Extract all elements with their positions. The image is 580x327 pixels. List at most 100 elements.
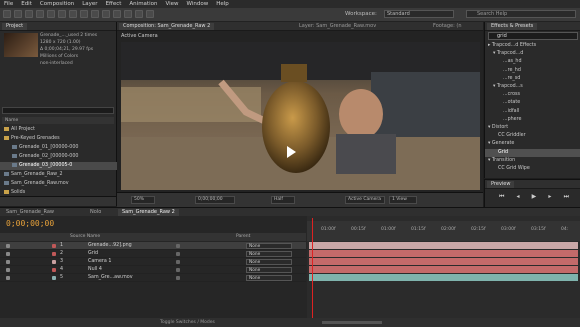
effect-item[interactable]: ▾ Generate (485, 140, 580, 148)
current-time-display[interactable]: 0;00;00;00 (195, 196, 235, 204)
pen-tool-icon[interactable] (80, 10, 88, 18)
tab-composition[interactable]: Composition: Sam_Grenade_Raw 2 (119, 23, 215, 30)
resolution-select[interactable]: Half (271, 196, 295, 204)
parent-select[interactable]: None (246, 243, 292, 249)
last-frame-icon[interactable]: ⏭ (564, 193, 569, 201)
parent-select[interactable]: None (246, 251, 292, 257)
visibility-eye-icon[interactable] (6, 260, 10, 264)
tab-timeline-nolo[interactable]: Nolo (86, 209, 105, 216)
tab-layer[interactable]: Layer: Sam_Grenade_Raw.mov (295, 23, 381, 30)
label-color-swatch[interactable] (52, 252, 56, 256)
visibility-eye-icon[interactable] (6, 276, 10, 280)
layer-switch-icon[interactable] (176, 244, 180, 248)
menu-item-help[interactable]: Help (212, 1, 233, 7)
menu-item-layer[interactable]: Layer (78, 1, 101, 7)
menu-item-composition[interactable]: Composition (36, 1, 78, 7)
view-select[interactable]: Active Camera (345, 196, 385, 204)
menu-item-file[interactable]: File (0, 1, 17, 7)
project-search-input[interactable] (2, 107, 114, 114)
layer-switch-icon[interactable] (176, 268, 180, 272)
brush-tool-icon[interactable] (102, 10, 110, 18)
effect-item[interactable]: ▾ Trapcod...d (485, 50, 580, 58)
clone-stamp-tool-icon[interactable] (113, 10, 121, 18)
effect-item[interactable]: ...re_sd (485, 75, 580, 83)
visibility-eye-icon[interactable] (6, 252, 10, 256)
puppet-tool-icon[interactable] (146, 10, 154, 18)
layer-duration-bar[interactable] (309, 258, 578, 265)
label-color-swatch[interactable] (52, 276, 56, 280)
timeline-timecode[interactable]: 0;00;00;00 (6, 219, 54, 228)
layer-row[interactable]: 3 Camera 1 None (0, 258, 306, 266)
zoom-slider[interactable] (322, 321, 382, 324)
zoom-select[interactable]: 50% (131, 196, 155, 204)
menu-item-window[interactable]: Window (183, 1, 213, 7)
parent-header[interactable]: Parent (236, 233, 250, 241)
effect-item[interactable]: CC Griddler (485, 132, 580, 140)
workspace-select[interactable]: Standard (384, 10, 454, 18)
layer-switch-icon[interactable] (176, 252, 180, 256)
layer-row[interactable]: 1 Grenade...92].png None (0, 242, 306, 250)
effect-item[interactable]: ...idfall (485, 108, 580, 116)
hand-tool-icon[interactable] (14, 10, 22, 18)
time-ruler[interactable]: 01:00f 00:15f 01:00f 01:15f 02:00f 02:15f 03:0… (307, 221, 580, 241)
project-item[interactable]: Pre-Keyed Grenades (0, 135, 120, 143)
rotate-tool-icon[interactable] (36, 10, 44, 18)
project-name-column-header[interactable]: Name (2, 117, 114, 124)
effect-item[interactable]: ...as_hd (485, 58, 580, 66)
effect-item[interactable]: ...cross (485, 91, 580, 99)
label-color-swatch[interactable] (52, 268, 56, 272)
parent-select[interactable]: None (246, 259, 292, 265)
menu-item-view[interactable]: View (161, 1, 182, 7)
effect-item[interactable]: ▾ Distort (485, 124, 580, 132)
type-tool-icon[interactable] (91, 10, 99, 18)
effects-search-input[interactable]: grid (488, 32, 578, 40)
pan-behind-tool-icon[interactable] (58, 10, 66, 18)
selection-tool-icon[interactable] (3, 10, 11, 18)
source-name-header[interactable]: Source Name (70, 233, 100, 241)
effect-item[interactable]: ...re_hd (485, 67, 580, 75)
visibility-eye-icon[interactable] (6, 244, 10, 248)
project-item[interactable]: Sam_Grenade_Raw_2 (0, 171, 120, 179)
effect-item[interactable]: CC Grid Wipe (485, 165, 580, 173)
effect-item[interactable]: ▸ Trapcod...d Effects (485, 42, 580, 50)
effect-item[interactable]: ▾ Trapcod...s (485, 83, 580, 91)
mask-tool-icon[interactable] (69, 10, 77, 18)
project-item[interactable]: All Project (0, 126, 120, 134)
tab-footage[interactable]: Footage: (n (429, 23, 466, 30)
project-item[interactable]: Sam_Grenade_Raw.mov (0, 180, 120, 188)
timeline-graph-area[interactable]: 01:00f 00:15f 01:00f 01:15f 02:00f 02:15f 03:0… (307, 216, 580, 327)
parent-select[interactable]: None (246, 275, 292, 281)
layer-row[interactable]: 4 Null 4 None (0, 266, 306, 274)
visibility-eye-icon[interactable] (6, 268, 10, 272)
current-time-indicator[interactable] (312, 218, 313, 318)
project-item[interactable]: Grenade_01_[00000-000 (0, 144, 128, 152)
layer-duration-bar[interactable] (309, 266, 578, 273)
tab-timeline-sam-grenade-raw-2[interactable]: Sam_Grenade_Raw 2 (118, 209, 179, 216)
label-color-swatch[interactable] (52, 244, 56, 248)
zoom-tool-icon[interactable] (25, 10, 33, 18)
menu-item-animation[interactable]: Animation (125, 1, 161, 7)
tab-preview[interactable]: Preview (487, 181, 515, 188)
composition-canvas[interactable] (121, 42, 480, 190)
tab-timeline-sam-grenade-raw[interactable]: Sam_Grenade_Raw (2, 209, 58, 216)
prev-frame-icon[interactable]: ◂ (517, 193, 520, 201)
layer-row[interactable]: 2 Grid None (0, 250, 306, 258)
effect-item[interactable]: ...otate (485, 99, 580, 107)
layer-row[interactable]: 5 Sam_Gre...aw.mov None (0, 274, 306, 282)
roto-brush-tool-icon[interactable] (135, 10, 143, 18)
layer-duration-bar[interactable] (309, 242, 578, 249)
parent-select[interactable]: None (246, 267, 292, 273)
search-help-input[interactable]: Search Help (466, 10, 576, 18)
layer-duration-bar[interactable] (309, 250, 578, 257)
first-frame-icon[interactable]: ⏮ (499, 193, 504, 201)
menu-item-effect[interactable]: Effect (102, 1, 126, 7)
menu-item-edit[interactable]: Edit (17, 1, 36, 7)
tab-project[interactable]: Project (2, 23, 28, 30)
label-color-swatch[interactable] (52, 260, 56, 264)
project-item[interactable]: Grenade_02_[00000-000 (0, 153, 128, 161)
eraser-tool-icon[interactable] (124, 10, 132, 18)
next-frame-icon[interactable]: ▸ (548, 193, 551, 201)
project-item[interactable]: Grenade_03_[00005-0 (0, 162, 128, 170)
effect-item[interactable]: ...phere (485, 116, 580, 124)
effect-item[interactable]: ▾ Transition (485, 157, 580, 165)
